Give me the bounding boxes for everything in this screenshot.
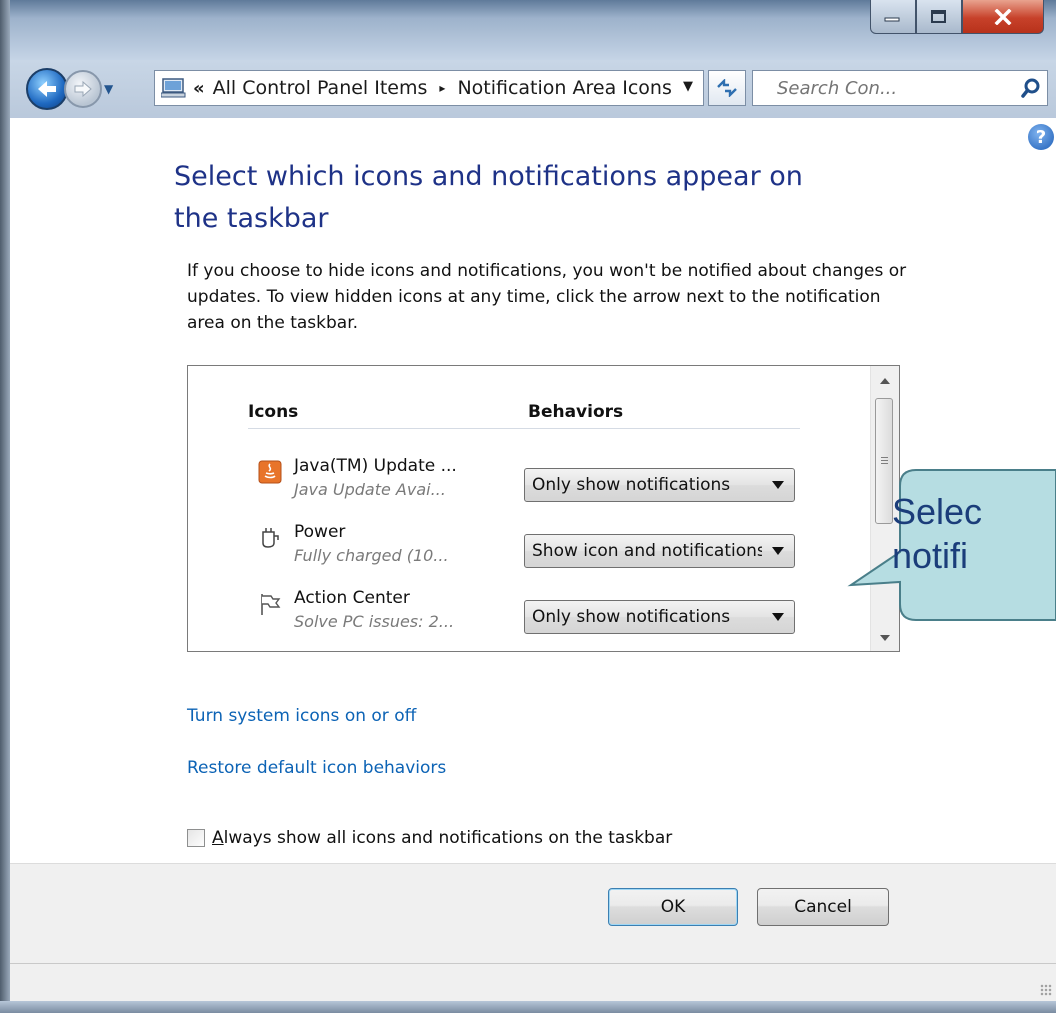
checkbox-label-accelerator: A	[212, 828, 224, 848]
ok-button[interactable]: OK	[608, 888, 738, 926]
address-bar[interactable]: « All Control Panel Items ▸ Notification…	[154, 70, 704, 106]
page-title: Select which icons and notifications app…	[174, 161, 803, 234]
checkbox-label-text: lways show all icons and notifications o…	[223, 828, 673, 848]
callout-line-1: Selec	[892, 491, 983, 532]
breadcrumb-all-control-panel-items[interactable]: All Control Panel Items	[213, 77, 428, 99]
address-chevron[interactable]: «	[193, 78, 205, 99]
caption-buttons	[870, 0, 1044, 34]
callout-text: Selec notifi	[892, 490, 982, 578]
window-frame-bottom	[0, 1001, 1056, 1013]
search-icon	[1021, 78, 1040, 98]
dropdown-arrow-icon	[772, 547, 784, 555]
list-item-power[interactable]: Power Fully charged (10... Show icon and…	[248, 522, 808, 582]
list-item-subtitle: Java Update Avai...	[294, 480, 446, 499]
list-item-name: Power	[294, 522, 346, 542]
back-arrow-icon	[38, 81, 56, 97]
minimize-icon	[884, 17, 900, 21]
dropdown-arrow-icon	[772, 481, 784, 489]
flag-icon	[261, 594, 281, 615]
scroll-down-icon[interactable]	[880, 635, 890, 641]
behavior-dropdown[interactable]: Only show notifications	[524, 600, 795, 634]
list-item-name: Java(TM) Update ...	[294, 456, 457, 476]
dialog-footer: OK Cancel	[10, 863, 1056, 964]
search-box[interactable]	[752, 70, 1048, 106]
maximize-button[interactable]	[916, 0, 962, 34]
list-item-java-update[interactable]: Java(TM) Update ... Java Update Avai... …	[248, 456, 808, 516]
java-icon	[258, 460, 282, 484]
forward-arrow-icon	[74, 80, 92, 98]
annotation-callout: Selec notifi	[840, 469, 1056, 621]
breadcrumb-notification-area-icons[interactable]: Notification Area Icons	[457, 77, 671, 99]
refresh-button[interactable]	[708, 70, 746, 106]
behavior-dropdown-value: Only show notifications	[532, 607, 731, 627]
behavior-dropdown[interactable]: Only show notifications	[524, 468, 795, 502]
column-header-behaviors: Behaviors	[528, 402, 624, 422]
back-button[interactable]	[26, 68, 68, 110]
behavior-dropdown[interactable]: Show icon and notifications	[524, 534, 795, 568]
maximize-icon	[931, 9, 946, 23]
close-icon	[994, 8, 1012, 25]
help-icon[interactable]: ?	[1028, 124, 1054, 150]
control-panel-window: ▼ « All Control Panel Items ▸ Notificati…	[0, 0, 1056, 1013]
search-input[interactable]	[775, 76, 1017, 100]
list-item-action-center[interactable]: Action Center Solve PC issues: 2... Only…	[248, 588, 808, 648]
behavior-dropdown-value: Show icon and notifications	[532, 541, 762, 561]
cancel-button[interactable]: Cancel	[757, 888, 889, 926]
always-show-all-checkbox[interactable]	[187, 829, 205, 847]
power-plug-icon	[262, 528, 279, 548]
callout-line-2: notifi	[892, 535, 969, 576]
title-bar[interactable]	[10, 0, 1056, 60]
column-header-icons: Icons	[248, 402, 299, 422]
scroll-up-icon[interactable]	[880, 378, 890, 384]
scrollbar-grip	[881, 457, 888, 465]
navigation-bar: ▼ « All Control Panel Items ▸ Notificati…	[10, 60, 1056, 118]
behavior-dropdown-value: Only show notifications	[532, 475, 731, 495]
checkbox-label[interactable]: Always show all icons and notifications …	[212, 828, 672, 848]
recent-pages-dropdown-icon[interactable]: ▼	[104, 82, 113, 96]
turn-system-icons-link[interactable]: Turn system icons on or off	[187, 706, 416, 726]
status-bar	[10, 963, 1056, 1002]
control-panel-icon	[161, 78, 186, 98]
header-divider	[248, 428, 800, 429]
window-frame-left	[0, 0, 10, 1013]
list-item-subtitle: Solve PC issues: 2...	[294, 612, 455, 631]
breadcrumb-separator-icon[interactable]: ▸	[439, 81, 445, 95]
close-button[interactable]	[962, 0, 1044, 34]
minimize-button[interactable]	[870, 0, 916, 34]
always-show-all-row[interactable]: Always show all icons and notifications …	[187, 828, 672, 848]
forward-button[interactable]	[64, 70, 102, 108]
page-description: If you choose to hide icons and notifica…	[187, 261, 907, 333]
refresh-arrows-icon	[717, 79, 737, 97]
resize-grip-icon[interactable]	[1040, 984, 1052, 996]
restore-default-behaviors-link[interactable]: Restore default icon behaviors	[187, 758, 446, 778]
notification-icons-list[interactable]: Icons Behaviors Java(TM) Update ... Java…	[187, 365, 900, 652]
dropdown-arrow-icon	[772, 613, 784, 621]
list-item-subtitle: Fully charged (10...	[294, 546, 449, 565]
history-controls: ▼	[26, 68, 113, 110]
list-item-name: Action Center	[294, 588, 410, 608]
address-dropdown-icon[interactable]: ▼	[683, 79, 693, 94]
